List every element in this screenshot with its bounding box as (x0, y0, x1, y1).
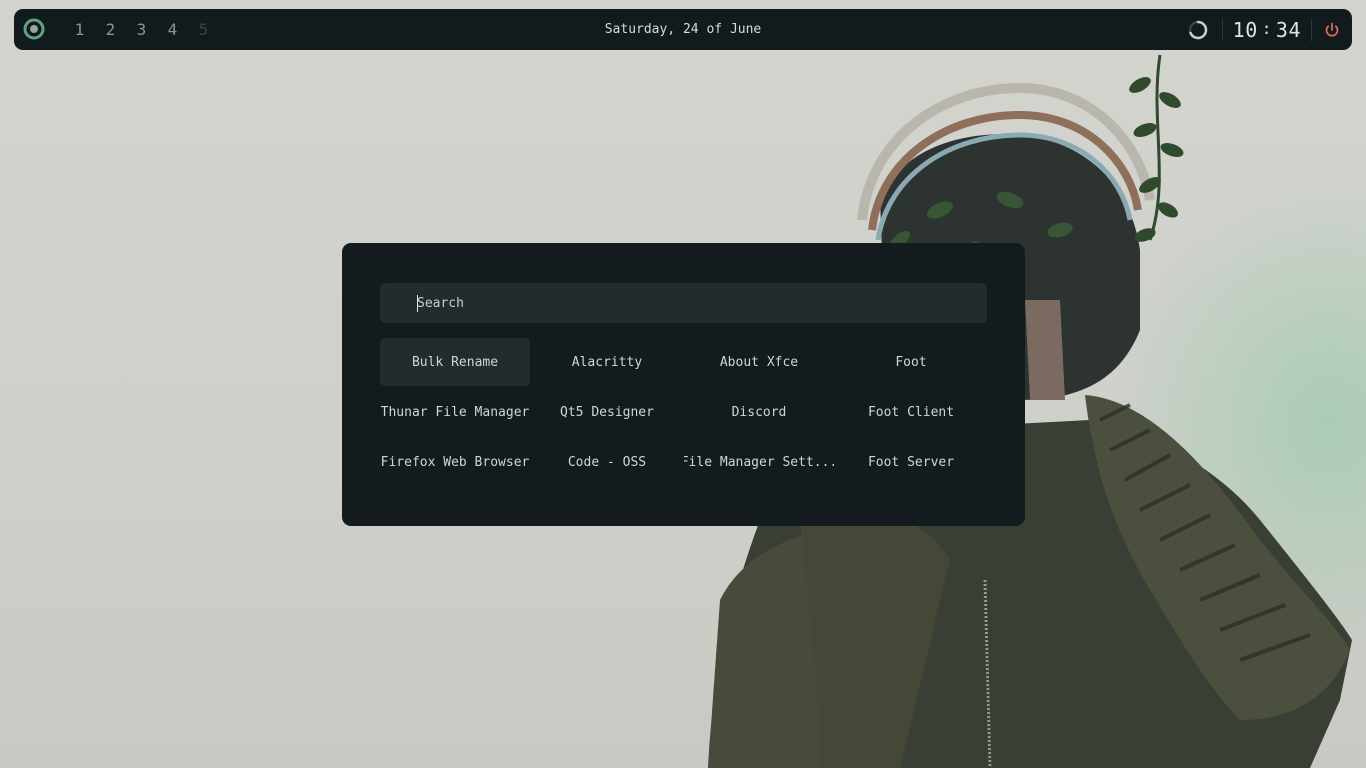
search-input[interactable] (417, 283, 957, 323)
top-bar: 1 2 3 4 5 Saturday, 24 of June 10 : 34 (14, 9, 1352, 50)
app-thunar-file-manager[interactable]: Thunar File Manager (380, 388, 530, 436)
clock[interactable]: 10 : 34 (1223, 18, 1311, 42)
clock-separator: : (1261, 19, 1272, 38)
search-box[interactable] (380, 283, 987, 323)
app-qt5-designer[interactable]: Qt5 Designer (532, 388, 682, 436)
clock-hours: 10 (1232, 17, 1258, 42)
app-bulk-rename[interactable]: Bulk Rename (380, 338, 530, 386)
loading-icon (1188, 20, 1207, 39)
power-button[interactable] (1312, 9, 1352, 50)
app-about-xfce[interactable]: About Xfce (684, 338, 834, 386)
system-tray: 10 : 34 (1188, 9, 1352, 50)
workspace-5[interactable]: 5 (188, 20, 219, 39)
app-foot-server[interactable]: Foot Server (836, 438, 986, 486)
workspace-4[interactable]: 4 (157, 20, 188, 39)
app-firefox[interactable]: Firefox Web Browser (380, 438, 530, 486)
app-file-manager-settings[interactable]: File Manager Sett... (684, 438, 834, 486)
app-alacritty[interactable]: Alacritty (532, 338, 682, 386)
logo-icon[interactable] (22, 17, 46, 41)
workspace-2[interactable]: 2 (95, 20, 126, 39)
app-foot[interactable]: Foot (836, 338, 986, 386)
app-discord[interactable]: Discord (684, 388, 834, 436)
power-icon (1325, 22, 1339, 37)
app-code-oss[interactable]: Code - OSS (532, 438, 682, 486)
workspace-3[interactable]: 3 (126, 20, 157, 39)
text-caret (417, 295, 418, 312)
app-foot-client[interactable]: Foot Client (836, 388, 986, 436)
workspace-switcher: 1 2 3 4 5 (64, 9, 219, 50)
clock-minutes: 34 (1275, 17, 1301, 42)
app-grid: Bulk Rename Alacritty About Xfce Foot Th… (380, 338, 988, 488)
workspace-1[interactable]: 1 (64, 20, 95, 39)
app-launcher: Bulk Rename Alacritty About Xfce Foot Th… (342, 243, 1025, 526)
